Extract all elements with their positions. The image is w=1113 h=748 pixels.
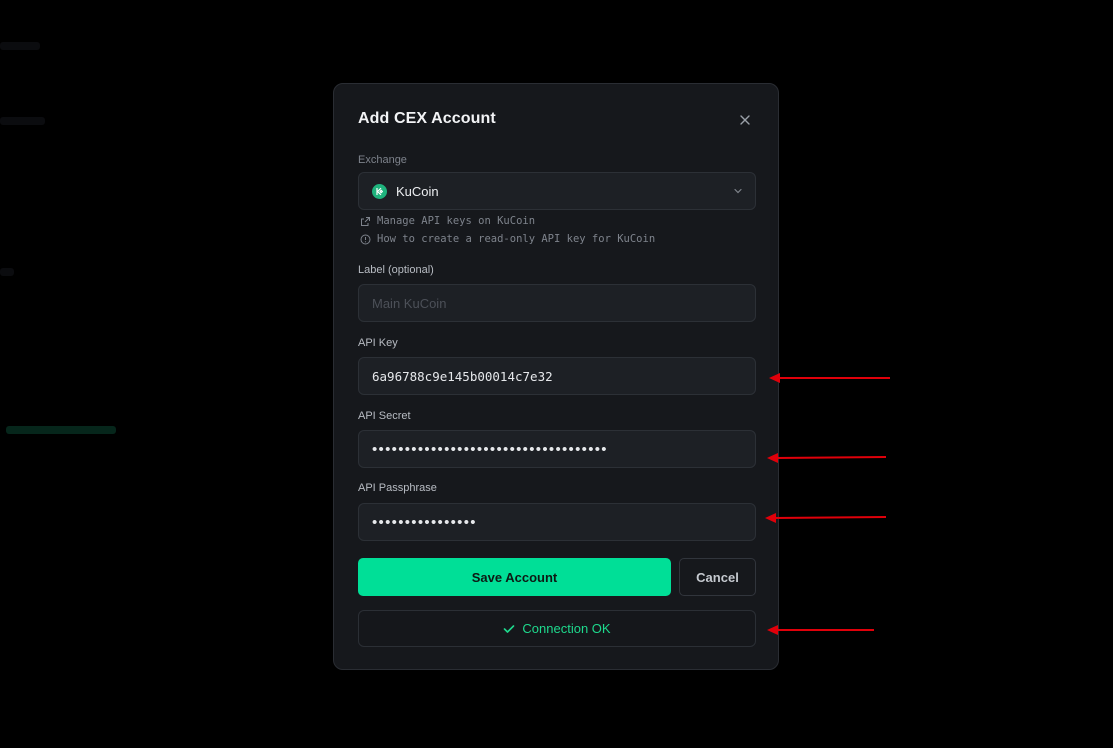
background-placeholder (0, 117, 45, 125)
cancel-button[interactable]: Cancel (679, 558, 756, 596)
background-placeholder (6, 426, 116, 434)
api-passphrase-input[interactable]: •••••••••••••••• (358, 503, 756, 541)
exchange-selected-value: KuCoin (396, 183, 439, 199)
add-cex-account-dialog: Add CEX Account Exchange KuCoin Manage A… (333, 83, 779, 670)
api-secret-input[interactable]: •••••••••••••••••••••••••••••••••••• (358, 430, 756, 468)
label-field-label: Label (optional) (358, 264, 434, 276)
save-account-button[interactable]: Save Account (358, 558, 671, 596)
api-key-label: API Key (358, 337, 398, 349)
connection-status-text: Connection OK (522, 621, 611, 636)
background-placeholder (0, 268, 14, 276)
external-link-icon (361, 216, 370, 226)
kucoin-logo-icon (372, 183, 387, 199)
api-secret-label: API Secret (358, 410, 411, 422)
manage-api-keys-link[interactable]: Manage API keys on KuCoin (360, 215, 535, 227)
annotation-arrow-icon (767, 625, 874, 635)
label-input[interactable]: Main KuCoin (358, 284, 756, 322)
exchange-select[interactable]: KuCoin (358, 172, 756, 210)
api-passphrase-label: API Passphrase (358, 482, 437, 494)
close-icon (740, 115, 750, 125)
close-button[interactable] (737, 112, 753, 128)
chevron-down-icon (734, 188, 742, 194)
check-icon (504, 624, 515, 633)
annotation-arrow-icon (767, 453, 887, 463)
dialog-title: Add CEX Account (358, 110, 496, 127)
annotation-arrow-icon (769, 373, 890, 383)
api-key-input[interactable]: 6a96788c9e145b00014c7e32 (358, 357, 756, 395)
connection-status: Connection OK (358, 610, 756, 647)
info-circle-icon (360, 234, 371, 244)
read-only-key-guide-link[interactable]: How to create a read-only API key for Ku… (360, 233, 655, 245)
manage-api-keys-text: Manage API keys on KuCoin (377, 215, 536, 227)
background-placeholder (0, 42, 40, 50)
exchange-label: Exchange (358, 154, 407, 166)
read-only-key-guide-text: How to create a read-only API key for Ku… (377, 233, 656, 245)
annotation-arrow-icon (765, 513, 887, 523)
